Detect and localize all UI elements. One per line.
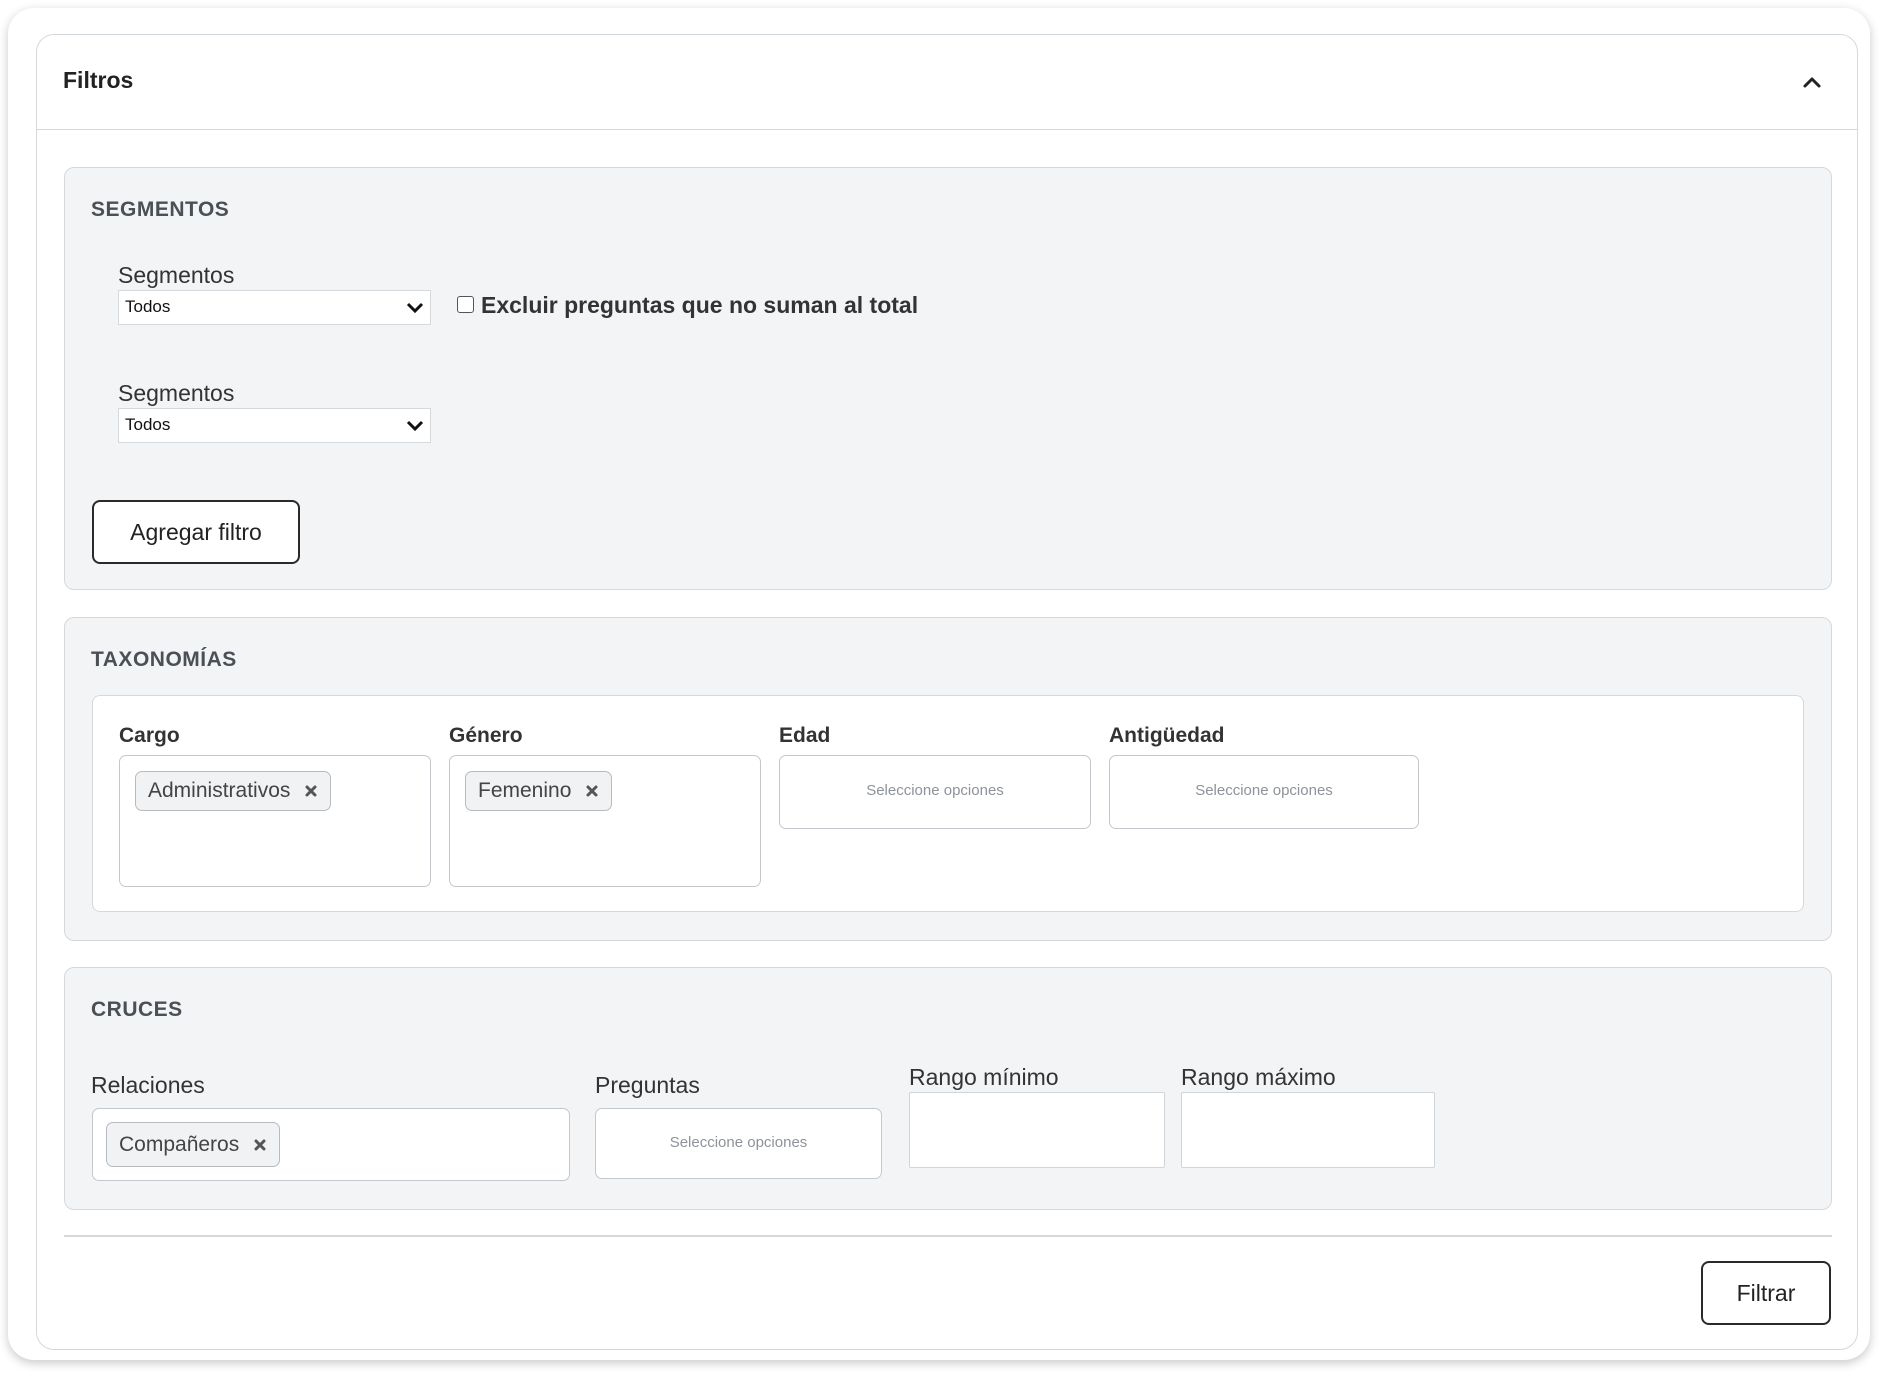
close-icon[interactable] [253,1138,267,1152]
chip-label: Administrativos [148,779,291,802]
preguntas-placeholder: Seleccione opciones [669,1134,808,1151]
segmentos-select-2[interactable]: Todos [118,408,431,443]
edad-multiselect[interactable]: Seleccione opciones [779,755,1091,829]
exclude-checkbox[interactable] [457,296,474,313]
footer-divider [64,1235,1832,1237]
preguntas-label: Preguntas [595,1072,700,1098]
segmentos-label-2: Segmentos [118,380,235,406]
cruces-section: CRUCES Relaciones Compañeros Preguntas S… [64,967,1832,1210]
relaciones-multiselect[interactable]: Compañeros [92,1108,570,1181]
exclude-checkbox-label[interactable]: Excluir preguntas que no suman al total [481,292,918,319]
chip-companeros: Compañeros [106,1122,281,1167]
taxonomias-fields-box: Cargo Administrativos Género Femenino Ed… [92,695,1804,912]
rango-maximo-label: Rango máximo [1181,1064,1336,1090]
section-title: CRUCES [91,998,183,1021]
edad-label: Edad [779,724,831,747]
segmentos-label-1: Segmentos [118,262,235,288]
preguntas-multiselect[interactable]: Seleccione opciones [595,1108,882,1179]
genero-label: Género [449,724,523,747]
genero-multiselect[interactable]: Femenino [449,755,761,887]
chip-label: Femenino [478,779,572,802]
antiguedad-placeholder: Seleccione opciones [1195,782,1333,799]
chip-administrativos: Administrativos [135,771,332,811]
cargo-multiselect[interactable]: Administrativos [119,755,431,887]
section-title: SEGMENTOS [91,198,230,221]
add-filter-button[interactable]: Agregar filtro [92,500,300,564]
chip-label: Compañeros [119,1132,240,1156]
panel-shadow: Filtros SEGMENTOS Segmentos Todos Exclui… [8,8,1870,1360]
chevron-down-icon [406,420,424,432]
rango-minimo-label: Rango mínimo [909,1064,1059,1090]
relaciones-label: Relaciones [91,1072,205,1098]
antiguedad-label: Antigüedad [1109,724,1225,747]
rango-maximo-input[interactable] [1181,1092,1435,1168]
card-header[interactable]: Filtros [37,35,1857,130]
select-value: Todos [125,297,171,316]
edad-placeholder: Seleccione opciones [866,782,1004,799]
filters-card: Filtros SEGMENTOS Segmentos Todos Exclui… [36,34,1858,1350]
cargo-label: Cargo [119,724,180,747]
antiguedad-multiselect[interactable]: Seleccione opciones [1109,755,1419,829]
select-value: Todos [125,415,171,434]
chip-femenino: Femenino [465,771,613,811]
section-title: TAXONOMÍAS [91,648,237,671]
rango-minimo-input[interactable] [909,1092,1165,1168]
close-icon[interactable] [585,784,599,798]
chevron-up-icon[interactable] [1799,69,1825,95]
close-icon[interactable] [304,784,318,798]
taxonomias-section: TAXONOMÍAS Cargo Administrativos Género [64,617,1832,941]
chevron-down-icon [406,302,424,314]
segmentos-select-1[interactable]: Todos [118,290,431,325]
filter-button[interactable]: Filtrar [1701,1261,1831,1325]
card-title: Filtros [63,67,134,93]
segmentos-section: SEGMENTOS Segmentos Todos Excluir pregun… [64,167,1832,590]
